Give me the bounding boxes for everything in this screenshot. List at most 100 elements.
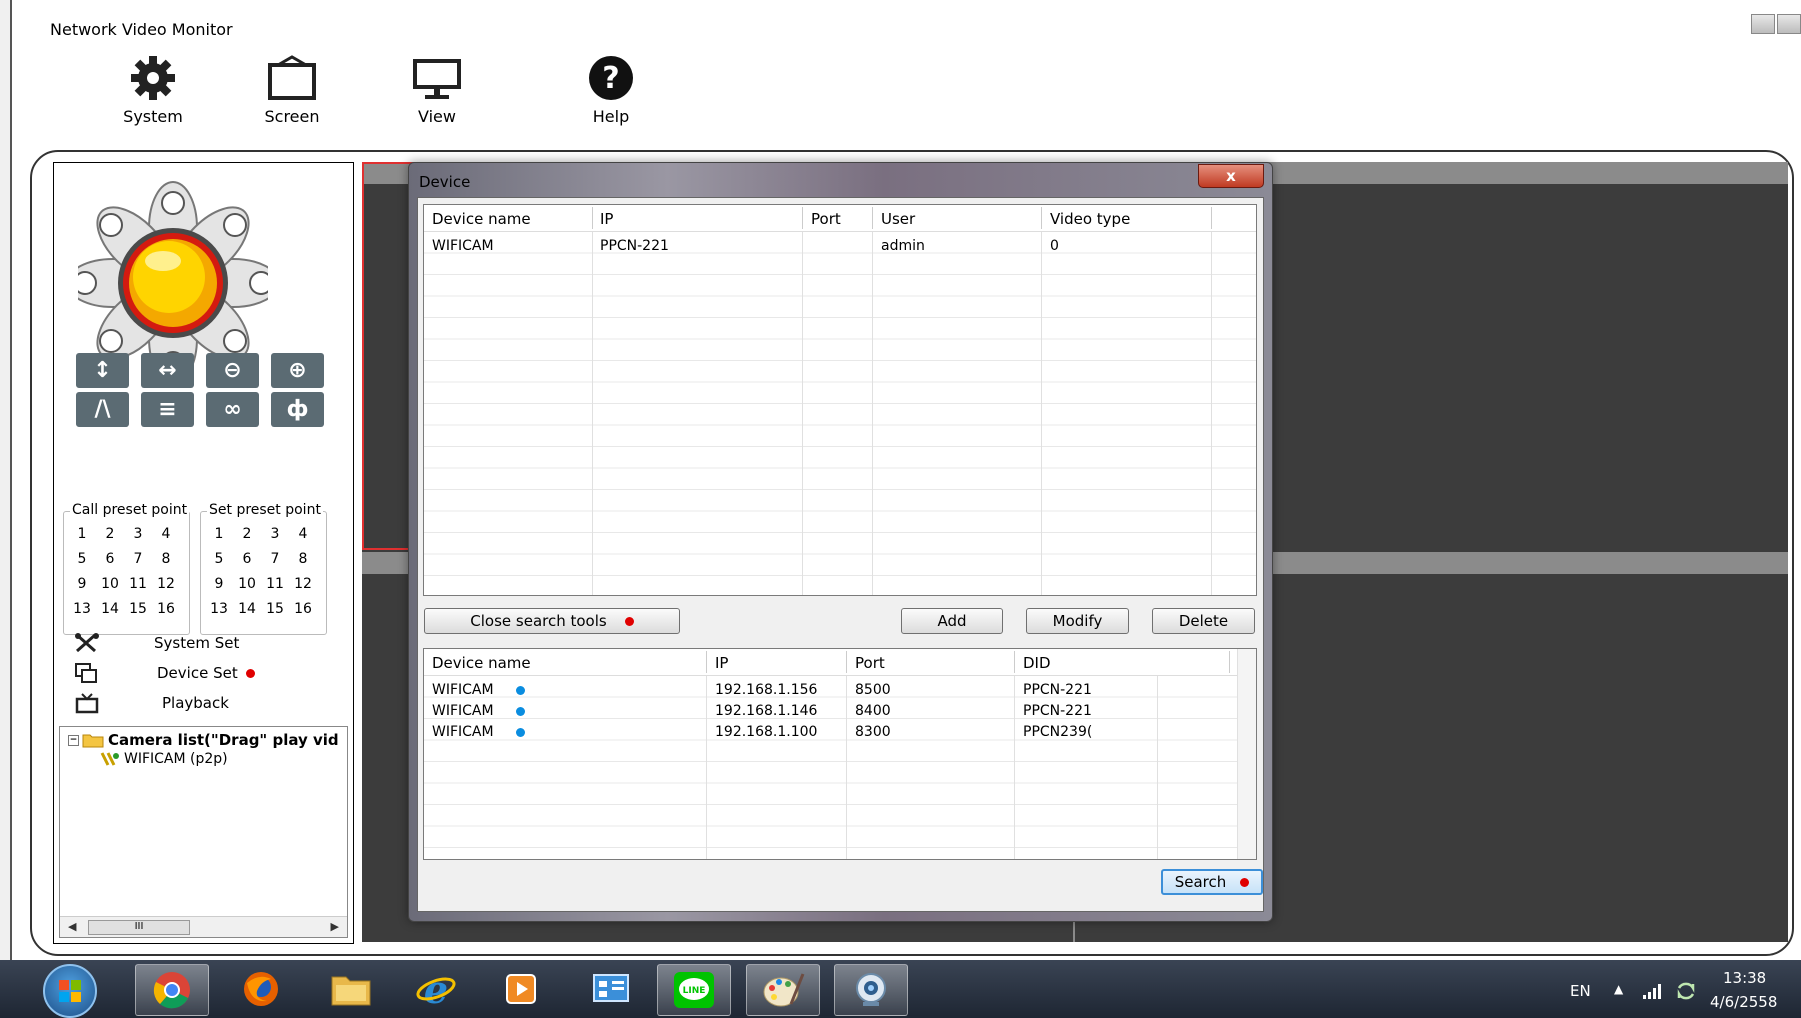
toolbar-screen-button[interactable]: Screen: [237, 55, 347, 126]
flip-button[interactable]: /\: [76, 392, 129, 427]
scroll-left-icon[interactable]: ◀: [68, 920, 76, 933]
io-switch-button[interactable]: ф: [271, 392, 324, 427]
collapse-icon[interactable]: −: [68, 734, 79, 746]
set-preset-5[interactable]: 5: [205, 551, 233, 567]
zoom-out-button[interactable]: ⊖: [206, 353, 259, 388]
call-preset-14[interactable]: 14: [96, 601, 124, 617]
svg-text:?: ?: [602, 61, 619, 96]
taskbar-chrome-button[interactable]: [135, 964, 209, 1016]
media-player-icon: [506, 974, 536, 1004]
minimize-button[interactable]: [1751, 14, 1775, 34]
vertical-patrol-button[interactable]: ↕: [76, 353, 129, 388]
call-preset-9[interactable]: 9: [68, 576, 96, 592]
set-preset-1[interactable]: 1: [205, 526, 233, 542]
toolbar-view-label: View: [418, 107, 456, 126]
col-ip[interactable]: IP: [715, 654, 728, 672]
taskbar-media-button[interactable]: [485, 964, 557, 1014]
col-user[interactable]: User: [881, 210, 915, 228]
search-button[interactable]: Search: [1161, 869, 1263, 895]
camera-item-wificam[interactable]: WIFICAM (p2p): [100, 751, 228, 767]
sync-icon[interactable]: [1675, 980, 1697, 1002]
set-preset-11[interactable]: 11: [261, 576, 289, 592]
taskbar-line-button[interactable]: LINE: [657, 964, 731, 1016]
call-preset-6[interactable]: 6: [96, 551, 124, 567]
col-video-type[interactable]: Video type: [1050, 210, 1130, 228]
horizontal-patrol-button[interactable]: ↔: [141, 353, 194, 388]
close-search-tools-button[interactable]: Close search tools: [424, 608, 680, 634]
col-device-name[interactable]: Device name: [432, 654, 531, 672]
set-preset-2[interactable]: 2: [233, 526, 261, 542]
call-preset-2[interactable]: 2: [96, 526, 124, 542]
set-preset-3[interactable]: 3: [261, 526, 289, 542]
menu-device-set[interactable]: Device Set: [74, 660, 255, 686]
toolbar-screen-label: Screen: [264, 107, 320, 126]
toolbar-view-button[interactable]: View: [382, 55, 492, 126]
toolbar-system-label: System: [123, 107, 183, 126]
scroll-right-icon[interactable]: ▶: [331, 920, 339, 933]
search-results-scrollbar[interactable]: [1237, 649, 1256, 859]
call-preset-3[interactable]: 3: [124, 526, 152, 542]
call-preset-8[interactable]: 8: [152, 551, 180, 567]
taskbar-paint-button[interactable]: [746, 964, 820, 1016]
taskbar: e LINE EN ▲ 13:38 4/6/2558: [0, 960, 1801, 1018]
call-preset-7[interactable]: 7: [124, 551, 152, 567]
call-preset-15[interactable]: 15: [124, 601, 152, 617]
port-cell: 8500: [855, 682, 891, 698]
maximize-button[interactable]: [1777, 14, 1801, 34]
col-did[interactable]: DID: [1023, 654, 1051, 672]
col-ip[interactable]: IP: [600, 210, 613, 228]
camera-list-root[interactable]: − Camera list("Drag" play vid: [68, 731, 339, 749]
patrol-loop-button[interactable]: ∞: [206, 392, 259, 427]
mirror-button[interactable]: ≡: [141, 392, 194, 427]
dialog-close-button[interactable]: x: [1198, 164, 1264, 188]
file-explorer-icon: [331, 976, 371, 1006]
modify-button[interactable]: Modify: [1026, 608, 1129, 634]
set-preset-7[interactable]: 7: [261, 551, 289, 567]
start-button[interactable]: [43, 964, 97, 1018]
menu-playback[interactable]: Playback: [74, 690, 229, 716]
set-preset-15[interactable]: 15: [261, 601, 289, 617]
add-button[interactable]: Add: [901, 608, 1003, 634]
call-preset-12[interactable]: 12: [152, 576, 180, 592]
menu-system-set[interactable]: System Set: [74, 630, 239, 656]
call-preset-16[interactable]: 16: [152, 601, 180, 617]
col-port[interactable]: Port: [855, 654, 885, 672]
set-preset-6[interactable]: 6: [233, 551, 261, 567]
clock-time[interactable]: 13:38: [1723, 969, 1766, 987]
set-preset-14[interactable]: 14: [233, 601, 261, 617]
signal-icon[interactable]: [1642, 982, 1664, 1000]
call-preset-4[interactable]: 4: [152, 526, 180, 542]
zoom-in-button[interactable]: ⊕: [271, 353, 324, 388]
call-preset-13[interactable]: 13: [68, 601, 96, 617]
taskbar-control-panel-button[interactable]: [575, 964, 647, 1014]
camera-item-label: WIFICAM (p2p): [124, 751, 228, 767]
call-preset-10[interactable]: 10: [96, 576, 124, 592]
toolbar-system-button[interactable]: System: [98, 55, 208, 126]
language-indicator[interactable]: EN: [1570, 982, 1591, 1000]
set-preset-16[interactable]: 16: [289, 601, 317, 617]
call-preset-1[interactable]: 1: [68, 526, 96, 542]
taskbar-firefox-button[interactable]: [225, 964, 297, 1014]
clock-date[interactable]: 4/6/2558: [1710, 993, 1777, 1011]
set-preset-10[interactable]: 10: [233, 576, 261, 592]
set-preset-12[interactable]: 12: [289, 576, 317, 592]
set-preset-13[interactable]: 13: [205, 601, 233, 617]
set-preset-4[interactable]: 4: [289, 526, 317, 542]
device-list-grid[interactable]: Device name IP Port User Video type WIFI…: [423, 204, 1257, 596]
show-hidden-icons[interactable]: ▲: [1614, 982, 1623, 996]
taskbar-ie-button[interactable]: e: [400, 964, 472, 1014]
toolbar-help-button[interactable]: ? Help: [556, 55, 666, 126]
delete-button[interactable]: Delete: [1152, 608, 1255, 634]
col-port[interactable]: Port: [811, 210, 841, 228]
taskbar-nvm-button[interactable]: [834, 964, 908, 1016]
window-controls: [1751, 14, 1801, 34]
set-preset-9[interactable]: 9: [205, 576, 233, 592]
search-results-grid[interactable]: Device name IP Port DID WIFICAM 192.168.…: [423, 648, 1257, 860]
scroll-thumb[interactable]: III: [88, 920, 190, 935]
tree-horizontal-scrollbar[interactable]: ◀ III ▶: [60, 916, 347, 937]
call-preset-5[interactable]: 5: [68, 551, 96, 567]
set-preset-8[interactable]: 8: [289, 551, 317, 567]
call-preset-11[interactable]: 11: [124, 576, 152, 592]
col-device-name[interactable]: Device name: [432, 210, 531, 228]
taskbar-explorer-button[interactable]: [315, 964, 387, 1014]
